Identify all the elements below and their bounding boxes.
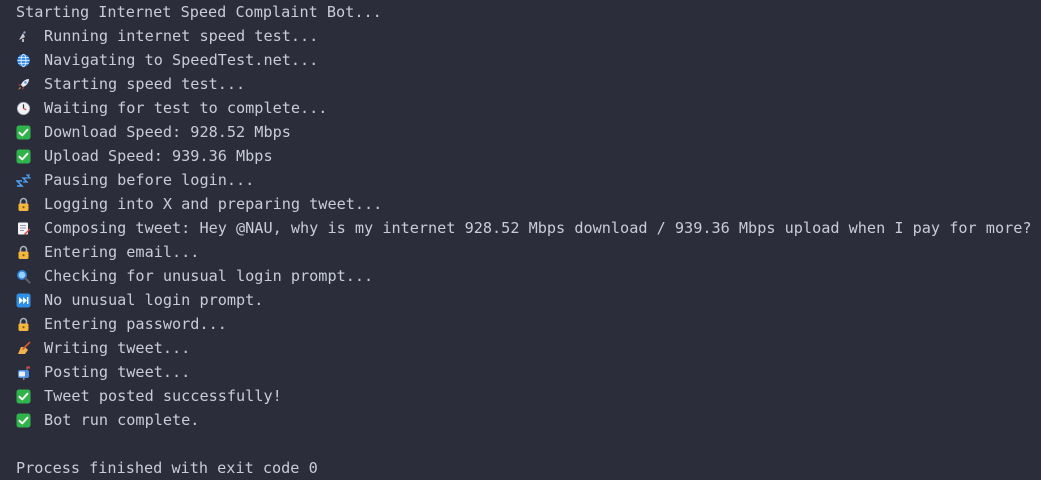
console-line-text: Waiting for test to complete... xyxy=(44,99,328,117)
sleeping-zzz-icon xyxy=(16,173,31,188)
console-line: Running internet speed test... xyxy=(16,24,1041,48)
console-line-text: Navigating to SpeedTest.net... xyxy=(44,51,319,69)
console-line-text: No unusual login prompt. xyxy=(44,291,264,309)
console-line-text: Tweet posted successfully! xyxy=(44,387,282,405)
console-line: Bot run complete. xyxy=(16,408,1041,432)
console-line: Navigating to SpeedTest.net... xyxy=(16,48,1041,72)
console-line: Download Speed: 928.52 Mbps xyxy=(16,120,1041,144)
writing-hand-icon xyxy=(16,341,31,356)
console-line-text: Entering email... xyxy=(44,243,200,261)
console-line: Posting tweet... xyxy=(16,360,1041,384)
console-line-text: Upload Speed: 939.36 Mbps xyxy=(44,147,273,165)
rocket-icon xyxy=(16,77,31,92)
lock-icon xyxy=(16,317,31,332)
console-line-text: Composing tweet: Hey @NAU, why is my int… xyxy=(44,219,1032,237)
console-footer-line: Process finished with exit code 0 xyxy=(16,456,1041,480)
lock-icon xyxy=(16,197,31,212)
check-mark-icon xyxy=(16,413,31,428)
console-header-text: Starting Internet Speed Complaint Bot... xyxy=(16,3,382,21)
console-line-text: Checking for unusual login prompt... xyxy=(44,267,374,285)
process-exit-message: Process finished with exit code 0 xyxy=(16,459,318,477)
console-line-text: Writing tweet... xyxy=(44,339,191,357)
magnifying-glass-icon xyxy=(16,269,31,284)
console-line: Entering password... xyxy=(16,312,1041,336)
console-line-text: Bot run complete. xyxy=(44,411,200,429)
fast-forward-icon xyxy=(16,293,31,308)
console-line: Tweet posted successfully! xyxy=(16,384,1041,408)
console-line: Entering email... xyxy=(16,240,1041,264)
satellite-antenna-icon xyxy=(16,29,31,44)
check-mark-icon xyxy=(16,149,31,164)
mailbox-icon xyxy=(16,365,31,380)
console-line: Pausing before login... xyxy=(16,168,1041,192)
console-line: Logging into X and preparing tweet... xyxy=(16,192,1041,216)
console-line-text: Entering password... xyxy=(44,315,227,333)
check-mark-icon xyxy=(16,125,31,140)
console-line: Starting speed test... xyxy=(16,72,1041,96)
console-line: Checking for unusual login prompt... xyxy=(16,264,1041,288)
console-line-text: Download Speed: 928.52 Mbps xyxy=(44,123,291,141)
globe-icon xyxy=(16,53,31,68)
console-line-text: Logging into X and preparing tweet... xyxy=(44,195,383,213)
run-console-output: Starting Internet Speed Complaint Bot...… xyxy=(0,0,1041,478)
console-line: Upload Speed: 939.36 Mbps xyxy=(16,144,1041,168)
console-line: No unusual login prompt. xyxy=(16,288,1041,312)
check-mark-icon xyxy=(16,389,31,404)
console-line: Waiting for test to complete... xyxy=(16,96,1041,120)
console-line-text: Posting tweet... xyxy=(44,363,191,381)
clock-icon xyxy=(16,101,31,116)
console-header-line: Starting Internet Speed Complaint Bot... xyxy=(16,0,1041,24)
lock-icon xyxy=(16,245,31,260)
console-line-text: Running internet speed test... xyxy=(44,27,319,45)
console-line: Writing tweet... xyxy=(16,336,1041,360)
memo-icon xyxy=(16,221,31,236)
console-line: Composing tweet: Hey @NAU, why is my int… xyxy=(16,216,1041,240)
console-line-text: Pausing before login... xyxy=(44,171,255,189)
console-line-text: Starting speed test... xyxy=(44,75,246,93)
